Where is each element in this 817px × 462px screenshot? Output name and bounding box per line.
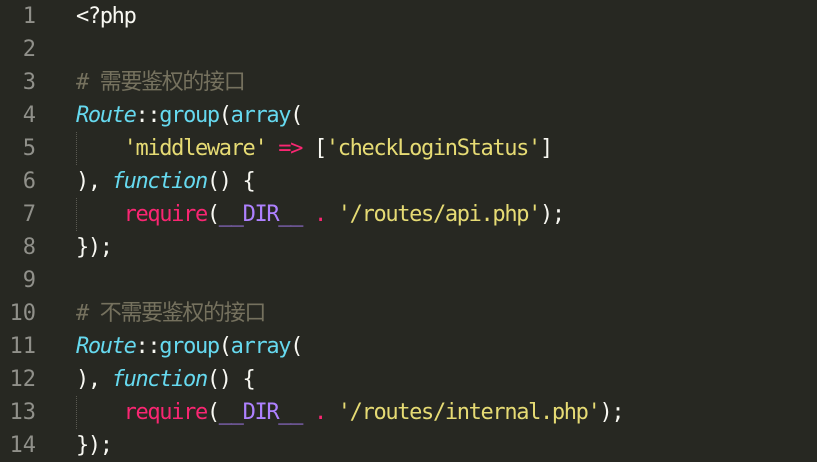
code-token: }); (76, 235, 113, 260)
code-token: () { (206, 169, 256, 194)
code-line[interactable]: 3 # 需要鉴权的接口 (0, 66, 817, 99)
line-number: 13 (9, 400, 37, 425)
code-line[interactable]: 11 Route::group(array( (0, 330, 817, 363)
code-token: array (230, 334, 292, 359)
code-line[interactable]: 13 require(__DIR__ . '/routes/internal.p… (0, 396, 817, 429)
line-number: 5 (22, 136, 36, 161)
code-token: 'checkLoginStatus' (325, 136, 541, 161)
code-token: array (230, 103, 292, 128)
code-token: ), (76, 169, 112, 194)
code-line[interactable]: 10 # 不需要鉴权的接口 (0, 297, 817, 330)
line-number: 2 (22, 37, 36, 62)
code-line[interactable]: 5 'middleware' => ['checkLoginStatus'] (0, 132, 817, 165)
code-token: ); (540, 202, 565, 227)
code-line[interactable]: 2 (0, 33, 817, 66)
code-line[interactable]: 4 Route::group(array( (0, 99, 817, 132)
code-token: :: (135, 334, 160, 359)
code-token: group (159, 334, 220, 359)
line-number: 14 (9, 433, 37, 458)
code-token: __DIR__ (218, 202, 304, 227)
line-number: 12 (9, 367, 37, 392)
code-token: . (313, 400, 327, 425)
code-token: :: (135, 103, 160, 128)
code-line[interactable]: 6), function() { (0, 165, 817, 198)
code-token: 'middleware' (123, 136, 268, 161)
code-token: Route (76, 334, 137, 359)
code-token: ( (206, 202, 220, 227)
code-text: ), function() { (76, 165, 256, 198)
line-number: 11 (9, 334, 37, 359)
code-line[interactable]: 7 require(__DIR__ . '/routes/api.php'); (0, 198, 817, 231)
code-token: <?php (76, 4, 137, 29)
line-number: 10 (9, 301, 37, 326)
code-text: require(__DIR__ . '/routes/internal.php'… (76, 396, 625, 429)
code-line[interactable]: 9 (0, 264, 817, 297)
code-text: Route::group(array( (76, 330, 303, 363)
code-token: # 不需要鉴权的接口 (76, 301, 266, 326)
code-token: }); (76, 433, 113, 458)
code-token: ), (76, 367, 112, 392)
code-text: }); (76, 231, 113, 264)
line-number: 7 (22, 202, 36, 227)
code-token: ( (290, 334, 303, 359)
line-number: 6 (22, 169, 36, 194)
line-number: 1 (22, 4, 36, 29)
code-token: '/routes/api.php' (337, 202, 542, 227)
code-text: }); (76, 429, 113, 462)
code-token: # 需要鉴权的接口 (76, 70, 246, 95)
code-token: group (159, 103, 220, 128)
code-token: function (111, 169, 209, 194)
code-line[interactable]: 12), function() { (0, 363, 817, 396)
code-editor[interactable]: 1 <?php 2 3 # 需要鉴权的接口 4 Route::group(array(5 '… (0, 0, 817, 459)
code-token: => (278, 136, 303, 161)
code-token: require (123, 400, 209, 425)
code-token: ( (218, 334, 232, 359)
code-token: ); (599, 400, 624, 425)
code-token: . (313, 202, 327, 227)
code-token: ( (218, 103, 232, 128)
code-text: # 需要鉴权的接口 (76, 66, 246, 99)
code-text: 'middleware' => ['checkLoginStatus'] (76, 132, 554, 165)
code-token: ( (290, 103, 303, 128)
code-token: require (123, 202, 209, 227)
code-token: Route (76, 103, 137, 128)
code-token: ( (206, 400, 220, 425)
code-token: [ (302, 136, 327, 161)
line-number: 3 (22, 70, 36, 95)
line-number: 9 (22, 268, 36, 293)
code-line[interactable]: 8}); (0, 231, 817, 264)
code-text: Route::group(array( (76, 99, 303, 132)
code-text: ), function() { (76, 363, 256, 396)
code-text: require(__DIR__ . '/routes/api.php'); (76, 198, 566, 231)
code-token: () { (206, 367, 256, 392)
code-token: ] (539, 136, 553, 161)
line-number: 4 (22, 103, 36, 128)
code-token: __DIR__ (218, 400, 304, 425)
code-text: # 不需要鉴权的接口 (76, 297, 266, 330)
code-token: function (111, 367, 209, 392)
code-line[interactable]: 14}); (0, 429, 817, 462)
code-token: '/routes/internal.php' (337, 400, 601, 425)
code-text: <?php (76, 0, 137, 33)
line-number: 8 (22, 235, 36, 260)
code-line[interactable]: 1 <?php (0, 0, 817, 33)
